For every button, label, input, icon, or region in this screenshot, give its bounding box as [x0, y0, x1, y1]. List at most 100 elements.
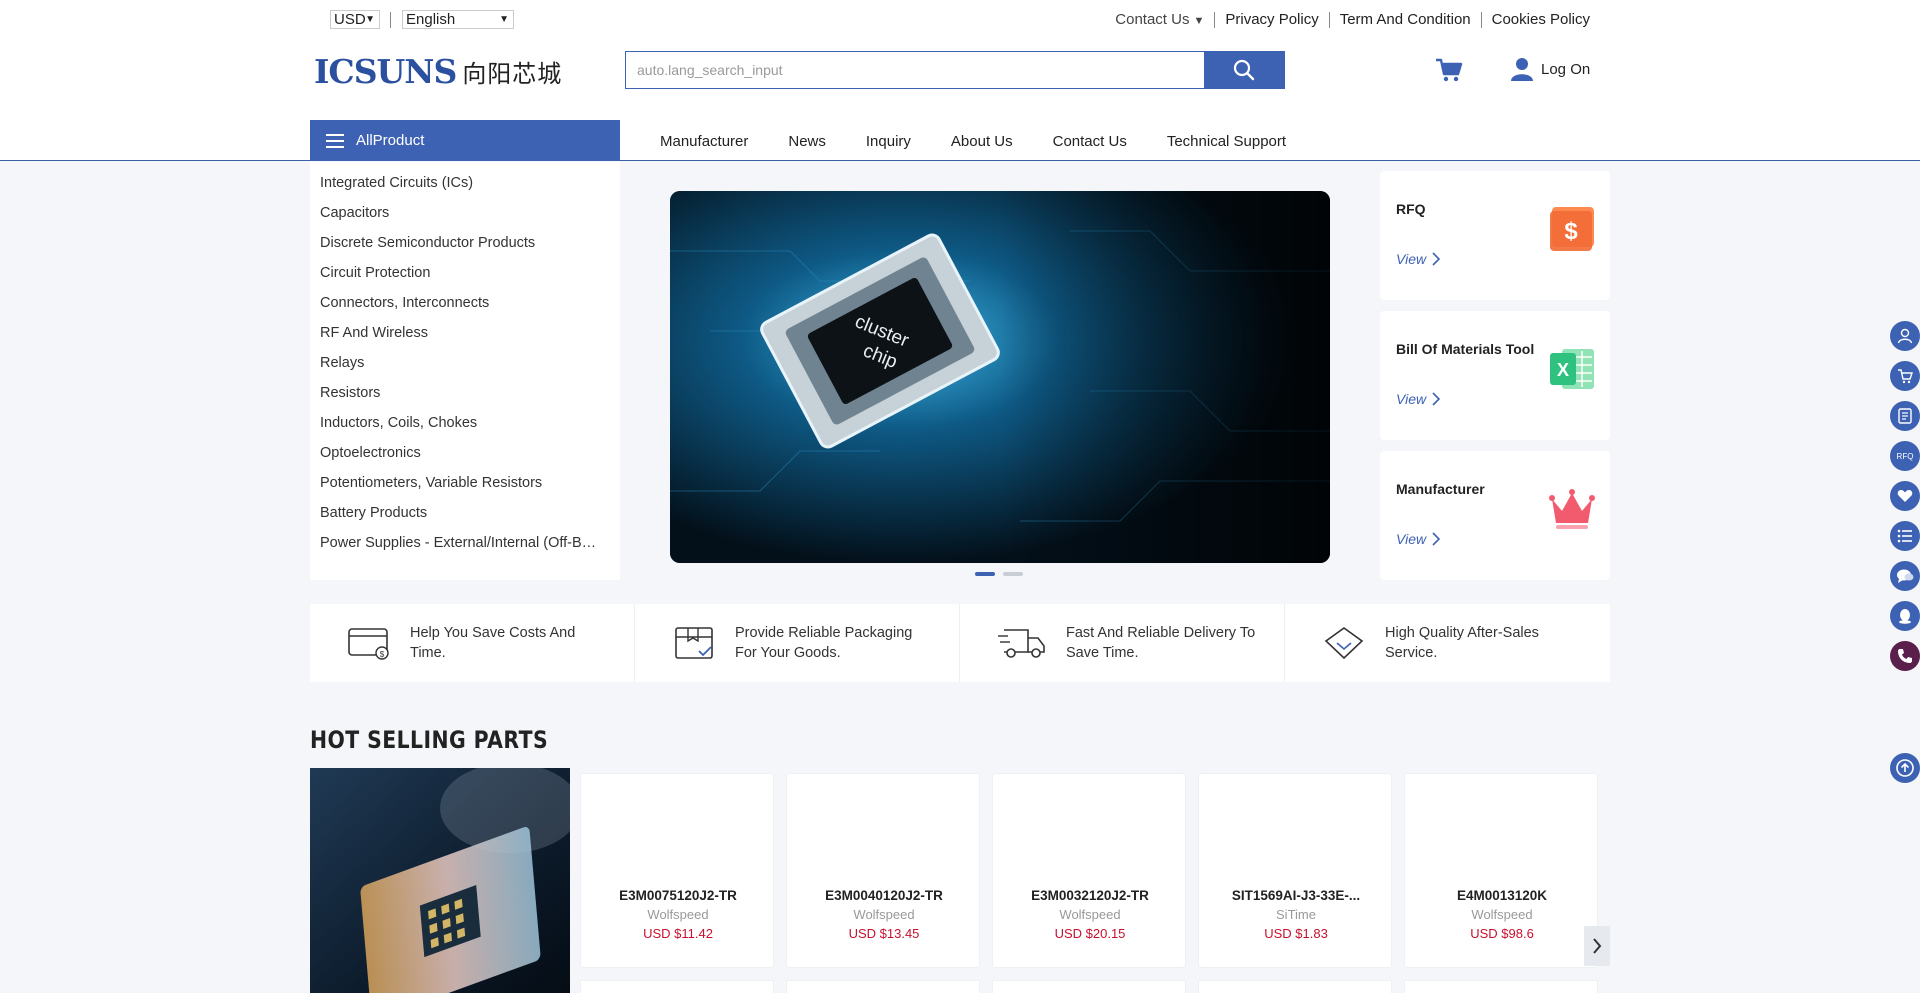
price: USD $13.45: [848, 926, 920, 941]
nav-about-us[interactable]: About Us: [951, 133, 1013, 150]
carousel-dot[interactable]: [1003, 572, 1023, 576]
term-and-condition-link[interactable]: Term And Condition: [1328, 12, 1481, 28]
search-input[interactable]: [626, 52, 1226, 88]
heart-icon: [1897, 489, 1913, 502]
card-title: Manufacturer: [1396, 481, 1485, 497]
list-float-button[interactable]: [1890, 521, 1920, 551]
log-on-label: Log On: [1541, 60, 1591, 78]
currency-select[interactable]: USD ▼: [330, 10, 380, 29]
category-item[interactable]: Integrated Circuits (ICs): [310, 168, 600, 198]
delivery-truck-icon: [998, 629, 1045, 658]
category-item[interactable]: Power Supplies - External/Internal (Off-…: [310, 528, 600, 558]
product-card-row2[interactable]: [992, 980, 1186, 993]
svg-text:X: X: [1557, 360, 1569, 380]
price: USD $11.42: [643, 926, 713, 941]
logo-text-cn: 向阳芯城: [462, 60, 563, 88]
chevron-right-icon: [1432, 392, 1441, 406]
bom-tool-card[interactable]: Bill Of Materials Tool View X: [1380, 311, 1610, 440]
currency-value: USD: [334, 11, 366, 28]
cookies-policy-link[interactable]: Cookies Policy: [1480, 12, 1600, 28]
feature-text: Provide Reliable Packaging For Your Good…: [735, 625, 913, 661]
category-item[interactable]: Battery Products: [310, 498, 600, 528]
product-card-row2[interactable]: [1198, 980, 1392, 993]
carousel-dot-active[interactable]: [975, 572, 995, 576]
view-link[interactable]: View: [1396, 531, 1441, 547]
manufacturer-card[interactable]: Manufacturer View: [1380, 451, 1610, 580]
product-card-row2[interactable]: [1404, 980, 1598, 993]
part-number: SIT1569AI-J3-33E-...: [1231, 888, 1361, 903]
nav-manufacturer[interactable]: Manufacturer: [660, 133, 748, 150]
nav-contact-us[interactable]: Contact Us: [1053, 133, 1127, 150]
favorites-float-button[interactable]: [1890, 481, 1920, 511]
category-item[interactable]: Circuit Protection: [310, 258, 600, 288]
chevron-down-icon: ▼: [499, 14, 509, 25]
product-card[interactable]: SIT1569AI-J3-33E-... SiTime USD $1.83: [1198, 773, 1392, 968]
nav-news[interactable]: News: [788, 133, 826, 150]
arrow-up-circle-icon: [1896, 759, 1914, 777]
search-bar: [625, 51, 1285, 89]
category-item[interactable]: Capacitors: [310, 198, 600, 228]
category-item[interactable]: Connectors, Interconnects: [310, 288, 600, 318]
category-item[interactable]: Potentiometers, Variable Resistors: [310, 468, 600, 498]
user-icon: [1511, 58, 1533, 81]
product-card-row2[interactable]: [786, 980, 980, 993]
price: USD $20.15: [1054, 926, 1126, 941]
product-card[interactable]: E3M0032120J2-TR Wolfspeed USD $20.15: [992, 773, 1186, 968]
chevron-right-icon: [1432, 532, 1441, 546]
cart-button[interactable]: [1435, 57, 1463, 88]
main-nav: Manufacturer News Inquiry About Us Conta…: [660, 133, 1326, 150]
chevron-right-icon: [1432, 252, 1441, 266]
search-button[interactable]: [1204, 52, 1284, 88]
features-bar: $ Help You Save Costs And Time. Provide …: [310, 604, 1610, 682]
menu-icon: [326, 133, 344, 148]
chat-float-button[interactable]: [1890, 561, 1920, 591]
cart-icon: [1898, 369, 1913, 384]
language-value: English: [406, 11, 456, 28]
phone-float-button[interactable]: [1890, 641, 1920, 671]
feature-item: High Quality After-Sales Service.: [1285, 604, 1610, 682]
contact-us-label: Contact Us: [1115, 10, 1190, 28]
category-item[interactable]: Resistors: [310, 378, 600, 408]
product-card-row2[interactable]: [580, 980, 774, 993]
category-item[interactable]: Relays: [310, 348, 600, 378]
category-item[interactable]: Inductors, Coils, Chokes: [310, 408, 600, 438]
bom-float-button[interactable]: [1890, 401, 1920, 431]
all-product-menu[interactable]: AllProduct: [310, 120, 620, 161]
category-item[interactable]: Discrete Semiconductor Products: [310, 228, 600, 258]
category-item[interactable]: Optoelectronics: [310, 438, 600, 468]
logo-text-en: ICSUNS: [314, 51, 457, 91]
chevron-right-icon: [1593, 938, 1602, 954]
feature-text: High Quality After-Sales Service.: [1385, 625, 1539, 661]
contact-us-dropdown[interactable]: Contact Us ▼: [1105, 10, 1214, 29]
rfq-float-button[interactable]: RFQ: [1890, 441, 1920, 471]
product-card[interactable]: E3M0075120J2-TR Wolfspeed USD $11.42: [580, 773, 774, 968]
language-select[interactable]: English ▼: [402, 10, 514, 29]
phone-icon: [1898, 649, 1912, 663]
view-link[interactable]: View: [1396, 391, 1441, 407]
dollar-icon: $: [1550, 207, 1594, 251]
cpu-image: [310, 768, 570, 993]
cart-float-button[interactable]: [1890, 361, 1920, 391]
hero-banner[interactable]: cluster chip: [670, 191, 1330, 563]
diamond-service-icon: [1324, 627, 1364, 660]
package-box-icon: [675, 627, 713, 659]
view-link[interactable]: View: [1396, 251, 1441, 267]
carousel-dots: [975, 572, 1031, 576]
all-product-label: AllProduct: [356, 132, 425, 149]
log-on-button[interactable]: Log On: [1511, 57, 1590, 81]
carousel-next-button[interactable]: [1584, 926, 1610, 966]
manufacturer-name: Wolfspeed: [853, 907, 915, 922]
site-logo[interactable]: ICSUNS 向阳芯城: [314, 51, 563, 91]
nav-inquiry[interactable]: Inquiry: [866, 133, 911, 150]
product-card[interactable]: E4M0013120K Wolfspeed USD $98.6: [1404, 773, 1598, 968]
hot-selling-banner-image[interactable]: [310, 768, 570, 993]
qq-float-button[interactable]: [1890, 601, 1920, 631]
privacy-policy-link[interactable]: Privacy Policy: [1214, 12, 1328, 28]
account-float-button[interactable]: [1890, 321, 1920, 351]
back-to-top-button[interactable]: [1890, 753, 1920, 783]
nav-technical-support[interactable]: Technical Support: [1167, 133, 1286, 150]
rfq-card[interactable]: RFQ View $: [1380, 171, 1610, 300]
category-item[interactable]: RF And Wireless: [310, 318, 600, 348]
product-card[interactable]: E3M0040120J2-TR Wolfspeed USD $13.45: [786, 773, 980, 968]
chip-banner-image: cluster chip: [670, 191, 1330, 563]
